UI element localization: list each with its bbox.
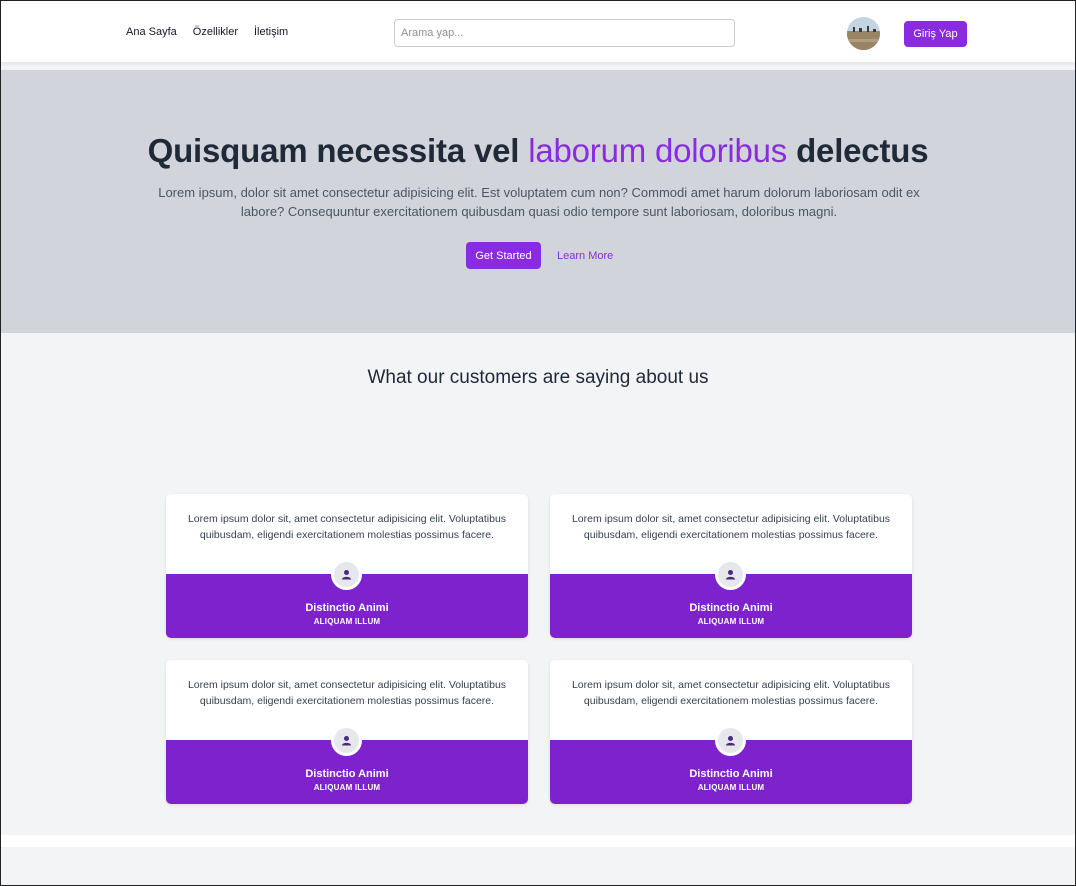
user-icon — [342, 570, 351, 580]
get-started-button[interactable]: Get Started — [466, 242, 541, 269]
testimonial-card: Lorem ipsum dolor sit, amet consectetur … — [550, 660, 912, 804]
hero-section: Quisquam necessita vel laborum doloribus… — [1, 70, 1075, 333]
hero-title-start: Quisquam necessita vel — [147, 132, 529, 169]
nav-link-features[interactable]: Özellikler — [193, 26, 238, 38]
user-avatar[interactable] — [847, 17, 880, 50]
testimonial-card: Lorem ipsum dolor sit, amet consectetur … — [166, 494, 528, 638]
testimonial-role: ALIQUAM ILLUM — [313, 783, 381, 792]
hero-title: Quisquam necessita vel laborum doloribus… — [1, 132, 1075, 170]
navbar: Ana Sayfa Özellikler İletişim Giriş Yap — [1, 1, 1075, 62]
section-divider — [1, 835, 1075, 847]
testimonial-role: ALIQUAM ILLUM — [697, 617, 765, 626]
hero-subtitle: Lorem ipsum, dolor sit amet consectetur … — [158, 185, 920, 219]
testimonial-name: Distinctio Animi — [305, 768, 389, 780]
testimonial-name: Distinctio Animi — [305, 602, 389, 614]
testimonial-avatar — [331, 559, 362, 590]
login-button[interactable]: Giriş Yap — [904, 21, 967, 47]
hero-title-accent: laborum doloribus — [528, 132, 788, 169]
nav-links: Ana Sayfa Özellikler İletişim — [126, 26, 288, 38]
user-icon — [726, 736, 735, 746]
testimonial-quote: Lorem ipsum dolor sit, amet consectetur … — [187, 679, 507, 707]
testimonial-quote: Lorem ipsum dolor sit, amet consectetur … — [187, 513, 507, 541]
testimonial-avatar — [331, 725, 362, 756]
testimonial-avatar — [715, 725, 746, 756]
nav-link-home[interactable]: Ana Sayfa — [126, 26, 177, 38]
testimonial-card: Lorem ipsum dolor sit, amet consectetur … — [550, 494, 912, 638]
learn-more-link[interactable]: Learn More — [557, 250, 613, 262]
testimonial-quote: Lorem ipsum dolor sit, amet consectetur … — [571, 679, 891, 707]
testimonial-avatar — [715, 559, 746, 590]
hero-title-end: delectus — [787, 132, 929, 169]
nav-link-contact[interactable]: İletişim — [254, 26, 288, 38]
search-input[interactable] — [394, 19, 735, 47]
testimonial-name: Distinctio Animi — [689, 768, 773, 780]
testimonial-quote: Lorem ipsum dolor sit, amet consectetur … — [571, 513, 891, 541]
user-icon — [726, 570, 735, 580]
testimonial-card: Lorem ipsum dolor sit, amet consectetur … — [166, 660, 528, 804]
testimonial-role: ALIQUAM ILLUM — [313, 617, 381, 626]
testimonial-name: Distinctio Animi — [689, 602, 773, 614]
testimonials-title: What our customers are saying about us — [367, 367, 709, 388]
hero-actions: Get Started Learn More — [466, 242, 613, 269]
avatar-photo-icon — [847, 17, 880, 50]
testimonial-role: ALIQUAM ILLUM — [697, 783, 765, 792]
user-icon — [342, 736, 351, 746]
